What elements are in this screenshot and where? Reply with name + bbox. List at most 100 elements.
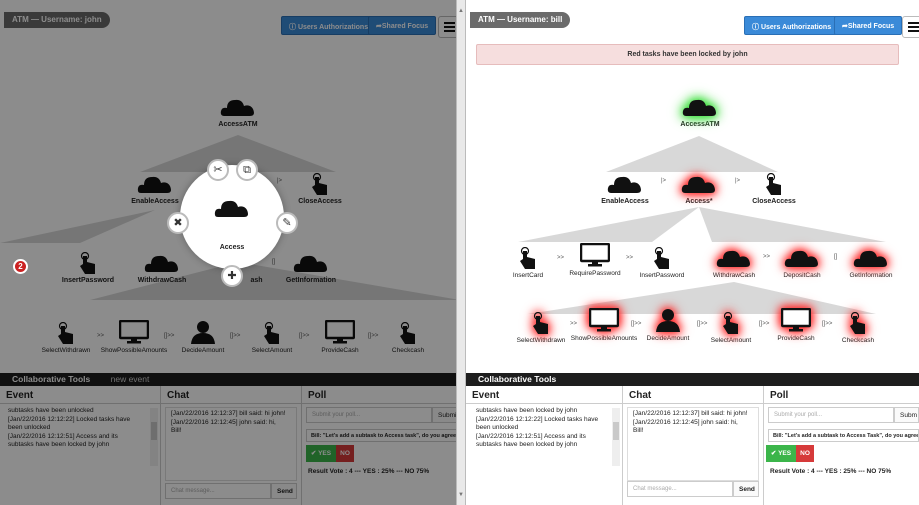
- scissors-icon[interactable]: ✂: [207, 159, 229, 181]
- notification-badge: 2: [13, 259, 28, 274]
- task-node-enableaccess[interactable]: EnableAccess: [585, 173, 665, 205]
- cloud-icon: [659, 173, 739, 195]
- vote-yes-button[interactable]: ✔ YES: [306, 445, 336, 462]
- monitor-icon: [94, 320, 174, 344]
- cloud-icon: [214, 197, 250, 221]
- scroll-up-arrow[interactable]: ▲: [458, 8, 464, 14]
- send-button[interactable]: Send: [271, 483, 297, 499]
- task-label: CloseAccess: [752, 198, 796, 205]
- hand-pointer-icon: [48, 252, 128, 274]
- event-scrollbar[interactable]: [150, 408, 158, 466]
- hand-pointer-icon: [622, 247, 702, 269]
- hand-pointer-icon: [818, 312, 898, 334]
- event-log: subtasks have been unlocked [Jan/22/2016…: [8, 407, 148, 450]
- poll-header: Poll: [764, 386, 919, 404]
- left-pane: ATM — Username: john ⓘ Users Authorizati…: [0, 0, 464, 505]
- right-pane: ATM — Username: bill ⓘ Users Authorizati…: [466, 0, 919, 505]
- cloud-icon: [585, 173, 665, 195]
- task-node-access[interactable]: Access*: [659, 173, 739, 205]
- poll-header: Poll: [302, 386, 464, 404]
- collaborative-tools-bar: Collaborative Tools new event: [0, 373, 464, 386]
- event-line: [Jan/22/2016 12:12:51] Access and its: [8, 432, 118, 440]
- task-label: AccessATM: [680, 121, 720, 128]
- task-label: DepositCash: [783, 272, 821, 279]
- copy-icon[interactable]: ⧉: [236, 159, 258, 181]
- task-node-depositcash[interactable]: DepositCash: [762, 247, 842, 279]
- split-gutter[interactable]: ▲ ▼: [456, 0, 466, 505]
- poll-question: Bill: "Let's add a subtask to Access tas…: [306, 429, 464, 442]
- event-header: Event: [0, 386, 160, 404]
- event-line: subtasks have been locked by john: [476, 407, 578, 414]
- event-line: [Jan/22/2016 12:12:22] Locked tasks have: [8, 415, 131, 423]
- task-node-closeaccess[interactable]: CloseAccess: [280, 173, 360, 205]
- poll-result: Result Vote : 4 --- YES : 25% --- NO 75%: [770, 468, 892, 475]
- chat-message-input[interactable]: Chat message...: [627, 481, 733, 497]
- task-node-accessatm[interactable]: AccessATM: [660, 96, 740, 128]
- task-label: Checkcash: [391, 347, 425, 354]
- task-label: InsertPassword: [639, 272, 685, 279]
- poll-input[interactable]: Submit your poll...: [306, 407, 432, 423]
- chat-line: Bill!: [171, 427, 182, 434]
- cloud-icon: [831, 247, 911, 269]
- vote-no-button[interactable]: NO: [796, 445, 814, 462]
- vote-yes-button[interactable]: ✔ YES: [766, 445, 796, 462]
- chat-message-input[interactable]: Chat message...: [165, 483, 271, 499]
- task-label: CloseAccess: [298, 198, 342, 205]
- cloud-icon: [271, 252, 351, 274]
- hand-pointer-icon: [734, 173, 814, 195]
- chat-line: [Jan/22/2016 12:12:45] john said: hi,: [633, 418, 738, 426]
- poll-submit-button[interactable]: Subm: [894, 407, 919, 423]
- collaborative-tools-title: Collaborative Tools: [12, 374, 91, 384]
- task-label-end: ash: [250, 277, 263, 284]
- hand-pointer-icon: [280, 173, 360, 195]
- task-node-getinformation[interactable]: GetInformation: [831, 247, 911, 279]
- event-line: subtasks have been unlocked: [8, 407, 94, 414]
- task-node-accessatm[interactable]: AccessATM: [198, 96, 278, 128]
- collaborative-tools-title: Collaborative Tools: [478, 374, 557, 384]
- vote-no-button[interactable]: NO: [336, 445, 354, 462]
- chat-line: [Jan/22/2016 12:12:37] bill said: hi joh…: [633, 410, 748, 417]
- task-label: ShowPossibleAmounts: [100, 347, 168, 354]
- task-label: AccessATM: [218, 121, 258, 128]
- event-log: subtasks have been locked by john [Jan/2…: [476, 407, 616, 450]
- task-label: WithdrawCash: [137, 277, 187, 284]
- task-node-withdrawcash[interactable]: WithdrawCash: [122, 252, 202, 284]
- chat-log: [Jan/22/2016 12:12:37] bill said: hi joh…: [627, 407, 759, 481]
- chat-line: [Jan/22/2016 12:12:45] john said: hi,: [171, 418, 276, 426]
- task-label: GetInformation: [849, 272, 893, 279]
- task-node-checkcash[interactable]: Checkcash: [818, 312, 898, 344]
- close-icon[interactable]: ✖: [167, 212, 189, 234]
- cloud-icon: [122, 252, 202, 274]
- pencil-icon[interactable]: ✎: [276, 212, 298, 234]
- event-line: been unlocked: [476, 424, 519, 431]
- task-label: Checkcash: [841, 337, 875, 344]
- scroll-down-arrow[interactable]: ▼: [458, 492, 464, 498]
- cloud-icon: [115, 173, 195, 195]
- new-event-label: new event: [110, 374, 150, 384]
- chat-log: [Jan/22/2016 12:12:37] bill said: hi joh…: [165, 407, 297, 481]
- task-label: Access*: [685, 198, 713, 205]
- send-button[interactable]: Send: [733, 481, 759, 497]
- chat-header: Chat: [623, 386, 763, 404]
- chat-panel: Chat [Jan/22/2016 12:12:37] bill said: h…: [161, 386, 301, 505]
- task-label: InsertPassword: [61, 277, 115, 284]
- event-line: [Jan/22/2016 12:12:51] Access and its: [476, 432, 586, 440]
- task-node-checkcash[interactable]: Checkcash: [368, 322, 448, 354]
- chat-header: Chat: [161, 386, 301, 404]
- poll-result: Result Vote : 4 --- YES : 25% --- NO 75%: [308, 468, 430, 475]
- event-scrollbar[interactable]: [612, 408, 620, 466]
- poll-input[interactable]: Submit your poll...: [768, 407, 894, 423]
- task-node-showpossibleamounts[interactable]: ShowPossibleAmounts: [94, 320, 174, 354]
- event-line: subtasks have been locked by john: [8, 441, 110, 448]
- task-node-insertpassword[interactable]: InsertPassword: [622, 247, 702, 279]
- radial-menu-label: Access: [219, 244, 245, 251]
- plus-icon[interactable]: ✚: [221, 265, 243, 287]
- hand-pointer-icon: [368, 322, 448, 344]
- event-panel: Event subtasks have been unlocked [Jan/2…: [0, 386, 160, 505]
- chat-line: [Jan/22/2016 12:12:37] bill said: hi joh…: [171, 410, 286, 417]
- task-label: GetInformation: [285, 277, 337, 284]
- task-node-insertpassword[interactable]: InsertPassword: [48, 252, 128, 284]
- task-label: DecideAmount: [181, 347, 225, 354]
- task-node-closeaccess[interactable]: CloseAccess: [734, 173, 814, 205]
- task-node-getinformation[interactable]: GetInformation: [271, 252, 351, 284]
